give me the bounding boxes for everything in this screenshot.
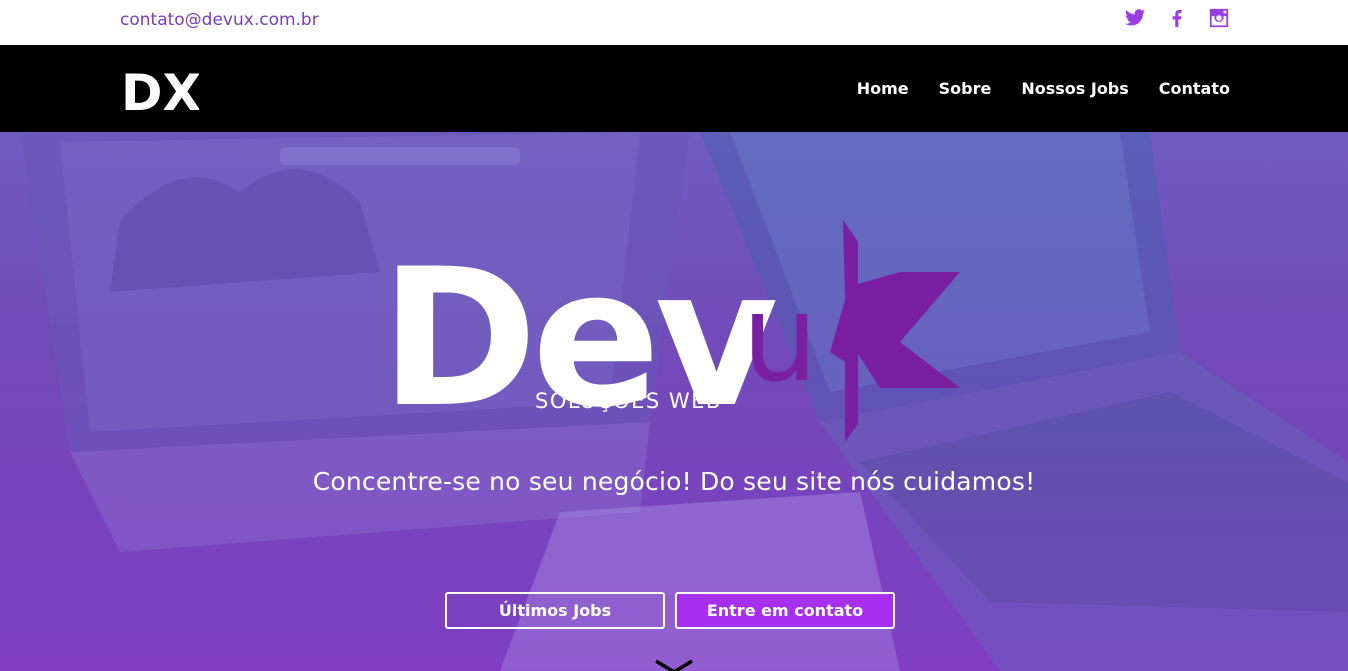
- twitter-icon[interactable]: [1124, 7, 1146, 29]
- contact-email-link[interactable]: contato@devux.com.br: [120, 10, 319, 30]
- devux-brand-logo: Dev u SOLUÇÕES WEB: [380, 220, 960, 449]
- hero-tagline: Concentre-se no seu negócio! Do seu site…: [312, 467, 1036, 496]
- facebook-icon[interactable]: [1166, 7, 1188, 29]
- nav-nossos-jobs[interactable]: Nossos Jobs: [1021, 79, 1128, 98]
- chevron-down-icon[interactable]: [654, 659, 694, 671]
- nav-contato[interactable]: Contato: [1159, 79, 1230, 98]
- top-contact-bar: contato@devux.com.br: [0, 0, 1348, 45]
- dx-logo[interactable]: DX: [121, 50, 199, 126]
- main-navbar: DX Home Sobre Nossos Jobs Contato: [0, 45, 1348, 132]
- svg-text:Dev: Dev: [380, 228, 777, 449]
- nav-home[interactable]: Home: [857, 79, 909, 98]
- entre-em-contato-button[interactable]: Entre em contato: [675, 592, 895, 629]
- instagram-icon[interactable]: [1208, 7, 1230, 29]
- nav-sobre[interactable]: Sobre: [939, 79, 992, 98]
- ultimos-jobs-button[interactable]: Últimos Jobs: [445, 592, 665, 629]
- svg-text:SOLUÇÕES WEB: SOLUÇÕES WEB: [535, 387, 722, 413]
- svg-text:DX: DX: [121, 64, 199, 122]
- svg-text:u: u: [742, 270, 818, 409]
- social-links: [1124, 7, 1230, 29]
- hero-section: Dev u SOLUÇÕES WEB Concentre-se no seu n…: [0, 132, 1348, 671]
- nav-menu: Home Sobre Nossos Jobs Contato: [857, 45, 1230, 132]
